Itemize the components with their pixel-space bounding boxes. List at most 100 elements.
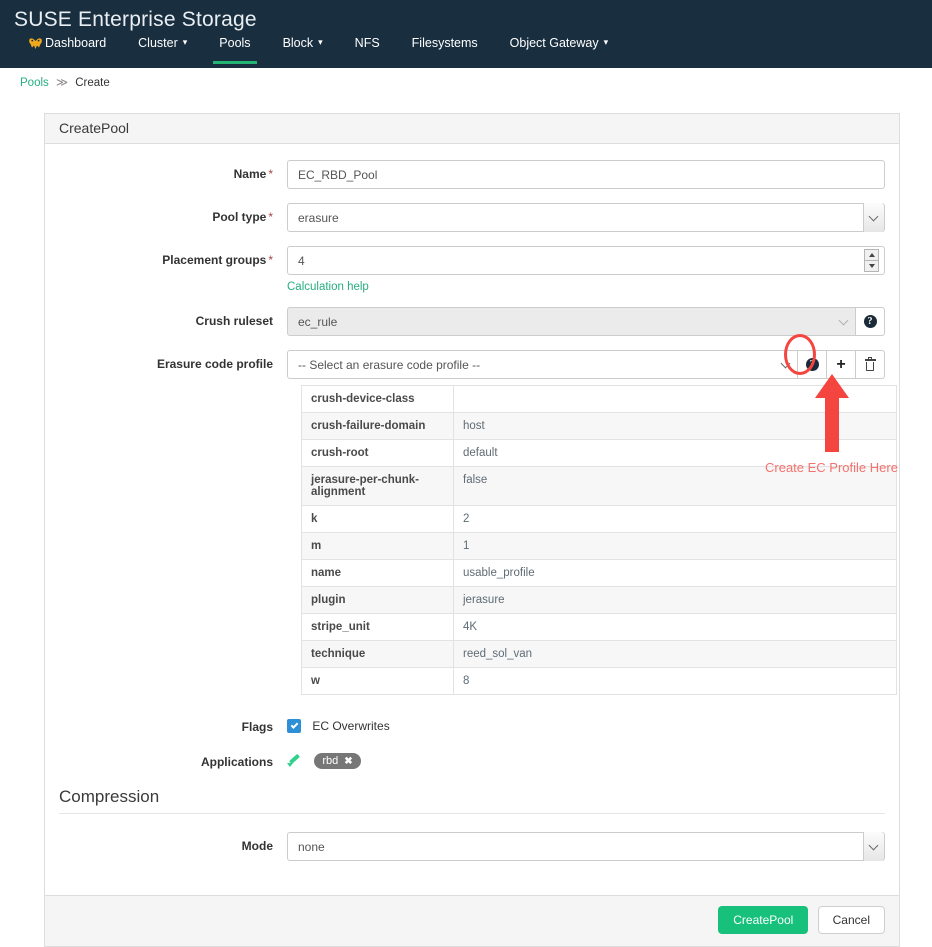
placement-groups-input[interactable]: 4 bbox=[287, 246, 885, 275]
nav-item-label: Block bbox=[282, 36, 314, 50]
compression-mode-control: none bbox=[287, 832, 885, 861]
card-footer: CreatePool Cancel bbox=[45, 895, 899, 946]
nav-item-filesystems[interactable]: Filesystems bbox=[396, 36, 494, 64]
form-row-erasure-code-profile: Erasure code profile -- Select an erasur… bbox=[45, 350, 899, 379]
table-row: crush-failure-domain host bbox=[301, 412, 897, 440]
cancel-button[interactable]: Cancel bbox=[817, 906, 885, 934]
nav-item-nfs[interactable]: NFS bbox=[339, 36, 396, 64]
required-marker: * bbox=[268, 210, 273, 224]
table-row: m 1 bbox=[301, 532, 897, 560]
table-cell-key: crush-device-class bbox=[301, 385, 454, 413]
pool-type-control: erasure bbox=[287, 203, 885, 232]
chevron-down-icon bbox=[834, 307, 855, 336]
table-cell-value bbox=[453, 385, 897, 413]
breadcrumb: Pools ≫ Create bbox=[0, 68, 932, 96]
nav-item-dashboard[interactable]: Dashboard bbox=[12, 36, 122, 64]
pool-type-select[interactable]: erasure bbox=[287, 203, 885, 232]
nav-item-block[interactable]: Block ▾ bbox=[267, 36, 339, 64]
stepper-down-button[interactable] bbox=[865, 261, 878, 271]
compression-section-title: Compression bbox=[59, 783, 885, 814]
name-label-text: Name bbox=[233, 167, 267, 181]
table-cell-key: stripe_unit bbox=[301, 613, 454, 641]
nav-item-label: NFS bbox=[354, 36, 380, 50]
crush-ruleset-control: ec_rule ? bbox=[287, 307, 885, 336]
table-cell-key: plugin bbox=[301, 586, 454, 614]
form-row-compression-mode: Mode none bbox=[45, 832, 899, 861]
check-icon bbox=[290, 720, 298, 729]
create-pool-card: CreatePool Name * EC_RBD_Pool Pool type * … bbox=[44, 113, 900, 947]
ec-overwrites-label: EC Overwrites bbox=[312, 718, 390, 733]
form-row-name: Name * EC_RBD_Pool bbox=[45, 160, 899, 189]
nav-item-pools[interactable]: Pools bbox=[203, 36, 266, 64]
erasure-code-profile-select[interactable]: -- Select an erasure code profile -- bbox=[287, 350, 798, 379]
crush-ruleset-select[interactable]: ec_rule bbox=[287, 307, 856, 336]
ec-profile-table-wrapper: crush-device-class crush-failure-domain … bbox=[45, 385, 899, 695]
flags-label: Flags bbox=[241, 720, 273, 734]
close-icon[interactable]: ✖ bbox=[344, 756, 352, 767]
erasure-code-profile-help-button[interactable]: ? bbox=[798, 350, 827, 379]
form-row-applications: Applications rbd ✖ bbox=[45, 748, 899, 769]
calculation-help-link[interactable]: Calculation help bbox=[287, 281, 369, 293]
erasure-code-profile-selected-value: -- Select an erasure code profile -- bbox=[298, 357, 481, 372]
pool-name-input[interactable]: EC_RBD_Pool bbox=[287, 160, 885, 189]
crush-ruleset-help-button[interactable]: ? bbox=[856, 307, 885, 336]
crush-ruleset-input-group: ec_rule ? bbox=[287, 307, 885, 336]
table-cell-value: host bbox=[453, 412, 897, 440]
placement-groups-label: Placement groups * bbox=[59, 246, 287, 267]
stepper-up-button[interactable] bbox=[865, 250, 878, 261]
application-badge-label: rbd bbox=[322, 755, 339, 767]
delete-erasure-code-profile-button[interactable] bbox=[856, 350, 885, 379]
top-navbar: SUSE Enterprise Storage Dashboard Cluste… bbox=[0, 0, 932, 68]
crush-ruleset-label: Crush ruleset bbox=[195, 314, 273, 328]
edit-pencil-icon[interactable] bbox=[287, 754, 301, 768]
nav-item-label: Object Gateway bbox=[509, 36, 599, 50]
application-badge-rbd[interactable]: rbd ✖ bbox=[314, 753, 361, 769]
table-cell-value: 2 bbox=[453, 505, 897, 533]
chevron-down-icon: ▾ bbox=[318, 37, 323, 47]
nav-item-object-gateway[interactable]: Object Gateway ▾ bbox=[494, 36, 624, 64]
table-cell-key: k bbox=[301, 505, 454, 533]
create-pool-submit-button[interactable]: CreatePool bbox=[718, 906, 809, 934]
table-row: k 2 bbox=[301, 505, 897, 533]
required-marker: * bbox=[268, 167, 273, 181]
table-cell-key: crush-failure-domain bbox=[301, 412, 454, 440]
table-cell-value: usable_profile bbox=[453, 559, 897, 587]
form-row-placement-groups: Placement groups * 4 Calculation help bbox=[45, 246, 899, 293]
compression-mode-selected-value: none bbox=[298, 839, 325, 854]
table-row: stripe_unit 4K bbox=[301, 613, 897, 641]
nav-item-label: Dashboard bbox=[45, 36, 107, 50]
table-cell-key: technique bbox=[301, 640, 454, 668]
placement-groups-control: 4 Calculation help bbox=[287, 246, 885, 293]
add-erasure-code-profile-button[interactable]: + bbox=[827, 350, 856, 379]
table-row: technique reed_sol_van bbox=[301, 640, 897, 668]
table-cell-key: jerasure-per-chunk-alignment bbox=[301, 466, 454, 506]
chevron-down-icon: ▾ bbox=[603, 37, 609, 47]
table-cell-key: w bbox=[301, 667, 454, 695]
applications-label: Applications bbox=[200, 755, 273, 769]
breadcrumb-current: Create bbox=[75, 77, 110, 89]
nav-item-cluster[interactable]: Cluster ▾ bbox=[122, 36, 203, 64]
geeko-icon bbox=[28, 37, 43, 50]
card-header-title: CreatePool bbox=[45, 114, 899, 144]
nav-item-label: Filesystems bbox=[411, 36, 478, 50]
table-cell-value: 1 bbox=[453, 532, 897, 560]
table-row: plugin jerasure bbox=[301, 586, 897, 614]
compression-mode-label: Mode bbox=[241, 839, 273, 853]
table-row: w 8 bbox=[301, 667, 897, 695]
breadcrumb-separator: ≫ bbox=[55, 77, 69, 89]
pool-type-label-text: Pool type bbox=[212, 210, 267, 224]
erasure-code-profile-label: Erasure code profile bbox=[156, 357, 273, 371]
quantity-stepper[interactable] bbox=[864, 249, 879, 272]
ec-overwrites-checkbox[interactable] bbox=[287, 718, 301, 733]
breadcrumb-link-pools[interactable]: Pools bbox=[20, 77, 49, 89]
chevron-down-icon bbox=[863, 832, 884, 861]
form-row-pool-type: Pool type * erasure bbox=[45, 203, 899, 232]
pool-type-selected-value: erasure bbox=[298, 210, 339, 225]
question-mark-icon: ? bbox=[805, 358, 819, 371]
main-nav: Dashboard Cluster ▾ Pools Block ▾ NFS Fi… bbox=[0, 36, 932, 64]
table-cell-key: m bbox=[301, 532, 454, 560]
table-cell-value: reed_sol_van bbox=[453, 640, 897, 668]
name-label: Name * bbox=[59, 160, 287, 181]
compression-mode-select[interactable]: none bbox=[287, 832, 885, 861]
applications-control: rbd ✖ bbox=[287, 748, 885, 769]
